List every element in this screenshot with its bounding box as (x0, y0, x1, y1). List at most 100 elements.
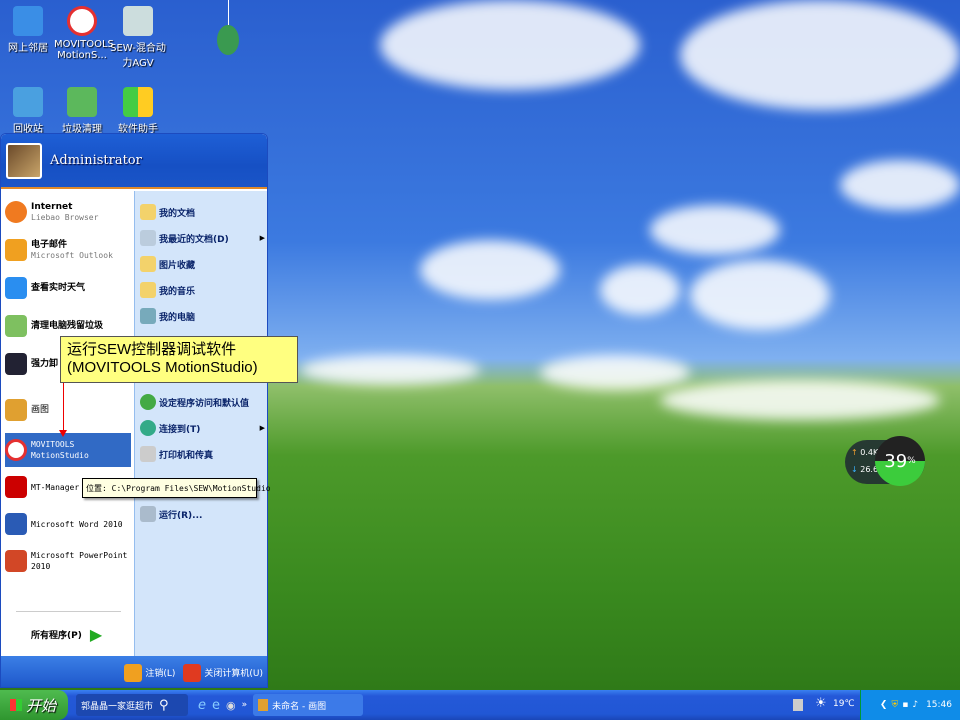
folder-pictures-icon (140, 256, 156, 272)
printer-icon (140, 446, 156, 462)
menu-item-recent-documents[interactable]: 我最近的文档(D) ▶ (140, 227, 265, 249)
all-programs-button[interactable]: 所有程序(P) ▶ (31, 625, 102, 644)
printer-tray-icon[interactable] (793, 699, 803, 711)
network-tray-icon[interactable]: ▪ (902, 700, 908, 710)
places-panel: 我的文档 我最近的文档(D) ▶ 图片收藏 我的音乐 我的电脑 设定程序访问和默认… (134, 191, 267, 656)
item-title: 电子邮件 (31, 239, 68, 250)
word-icon (5, 513, 27, 535)
menu-item-my-music[interactable]: 我的音乐 (140, 279, 265, 301)
globe-gadget-icon[interactable] (217, 25, 239, 55)
menu-item-paint[interactable]: 画图 (5, 393, 131, 427)
ie-icon[interactable]: e (198, 698, 206, 713)
location-tooltip: 位置: C:\Program Files\SEW\MotionStudio (82, 478, 271, 498)
menu-item-connect-to[interactable]: 连接到(T) ▶ (140, 417, 265, 439)
power-icon (183, 663, 202, 682)
video-file-icon (123, 6, 153, 36)
download-arrow-icon: ↓ (851, 465, 858, 474)
item-label: 连接到(T) (159, 424, 201, 435)
menu-item-movitools[interactable]: MOVITOOLS MotionStudio (5, 433, 131, 467)
search-icon: ⚲ (159, 697, 169, 713)
item-label: 设定程序访问和默认值 (159, 398, 250, 409)
menu-item-powerpoint[interactable]: Microsoft PowerPoint 2010 (5, 541, 131, 581)
start-button[interactable]: 开始 (0, 690, 68, 720)
gauge-percent: 39 (884, 450, 908, 472)
item-label: 我的文档 (159, 208, 196, 219)
item-title: 画图 (31, 404, 50, 415)
icon-label: MOVITOOLS MotionS... (54, 39, 114, 61)
item-label: 图片收藏 (159, 260, 196, 271)
taskbar-window-paint[interactable]: 未命名 - 画图 (253, 694, 364, 716)
item-title: 查看实时天气 (31, 282, 86, 293)
run-icon (140, 506, 156, 522)
menu-item-program-defaults[interactable]: 设定程序访问和默认值 (140, 391, 265, 413)
item-title: Internet (31, 201, 73, 212)
item-subtitle: Liebao Browser (31, 212, 99, 222)
item-title: 清理电脑残留垃圾 (31, 320, 104, 331)
taskbar: 开始 郭晶晶一家逛超市 ⚲ e e ◉ » 未命名 - 画图 ☀ 19℃ ❮ ⛨ … (0, 690, 960, 720)
desktop-icon-network[interactable]: 网上邻居 (0, 6, 56, 54)
menu-item-word[interactable]: Microsoft Word 2010 (5, 507, 131, 541)
key-icon (124, 663, 143, 682)
browser-icon[interactable]: e (212, 698, 220, 713)
annotation-arrow (59, 383, 67, 437)
shutdown-label: 关闭计算机(U) (204, 669, 263, 679)
desktop-icon-movitools[interactable]: MOVITOOLS MotionS... (54, 6, 114, 61)
annotation-callout: 运行SEW控制器调试软件 (MOVITOOLS MotionStudio) (60, 336, 298, 383)
paint-icon (5, 399, 27, 421)
tray-expand-icon[interactable]: ❮ (880, 700, 888, 710)
user-avatar[interactable] (6, 142, 42, 179)
shutdown-button[interactable]: 关闭计算机(U) (183, 663, 263, 682)
desktop-icon-sew-agv[interactable]: SEW-混合动力AGV (110, 6, 166, 69)
search-text: 郭晶晶一家逛超市 (81, 701, 154, 712)
menu-item-my-pictures[interactable]: 图片收藏 (140, 253, 265, 275)
clock[interactable]: 15:46 (926, 700, 952, 710)
network-icon (13, 6, 43, 36)
gauge-percent-sign: % (907, 456, 916, 466)
menu-item-my-computer[interactable]: 我的电脑 (140, 305, 265, 327)
callout-line1: 运行SEW控制器调试软件 (67, 341, 237, 358)
search-box[interactable]: 郭晶晶一家逛超市 ⚲ (76, 694, 188, 716)
shield-tray-icon[interactable]: ⛨ (891, 700, 898, 710)
desktop-icon-software-helper[interactable]: 软件助手 (110, 87, 166, 135)
menu-item-email[interactable]: 电子邮件 Microsoft Outlook (5, 233, 131, 267)
network-speed-widget[interactable]: ↑ 0.4K/s ↓ 26.6K/s 39% (845, 436, 925, 486)
menu-item-run[interactable]: 运行(R)... (140, 503, 265, 525)
user-name: Administrator (50, 153, 142, 168)
trash-cleanup-icon (5, 315, 27, 337)
item-title: MOVITOOLS MotionStudio (31, 440, 89, 460)
start-menu: Administrator Internet Liebao Browser 电子邮… (0, 133, 268, 688)
memory-gauge: 39% (875, 436, 925, 486)
submenu-arrow-icon: ▶ (259, 424, 265, 432)
outlook-icon (5, 239, 27, 261)
pinned-programs: Internet Liebao Browser 电子邮件 Microsoft Out… (1, 191, 134, 656)
desktop-icon-cleanup[interactable]: 垃圾清理 (54, 87, 110, 135)
all-programs-label: 所有程序(P) (31, 631, 82, 641)
program-defaults-icon (140, 394, 156, 410)
item-label: 我最近的文档(D) (159, 234, 229, 245)
paint-icon (258, 699, 269, 711)
logoff-button[interactable]: 注销(L) (124, 663, 175, 682)
callout-line2: (MOVITOOLS MotionStudio) (67, 359, 258, 376)
window-title: 未命名 - 画图 (272, 701, 327, 712)
sun-weather-icon[interactable]: ☀ (815, 696, 827, 711)
quicklaunch-overflow[interactable]: » (242, 700, 248, 710)
menu-item-printers[interactable]: 打印机和传真 (140, 443, 265, 465)
item-title: Microsoft Word 2010 (31, 519, 123, 529)
computer-icon (140, 308, 156, 324)
folder-music-icon (140, 282, 156, 298)
menu-item-internet[interactable]: Internet Liebao Browser (5, 195, 131, 229)
folder-icon (140, 204, 156, 220)
volume-tray-icon[interactable]: ♪ (912, 700, 918, 710)
menu-item-weather[interactable]: 查看实时天气 (5, 271, 131, 305)
weather-icon (5, 277, 27, 299)
software-helper-icon (123, 87, 153, 117)
windows-logo-icon (10, 699, 22, 711)
start-menu-header: Administrator (1, 134, 267, 189)
weather-temp[interactable]: 19℃ (833, 699, 855, 709)
icon-label: 网上邻居 (8, 43, 48, 54)
gadget-string (228, 0, 229, 25)
desktop-icon-recycle-bin[interactable]: 回收站 (0, 87, 56, 135)
item-label: 我的电脑 (159, 312, 196, 323)
quicklaunch-icon[interactable]: ◉ (226, 699, 236, 712)
menu-item-my-documents[interactable]: 我的文档 (140, 201, 265, 223)
